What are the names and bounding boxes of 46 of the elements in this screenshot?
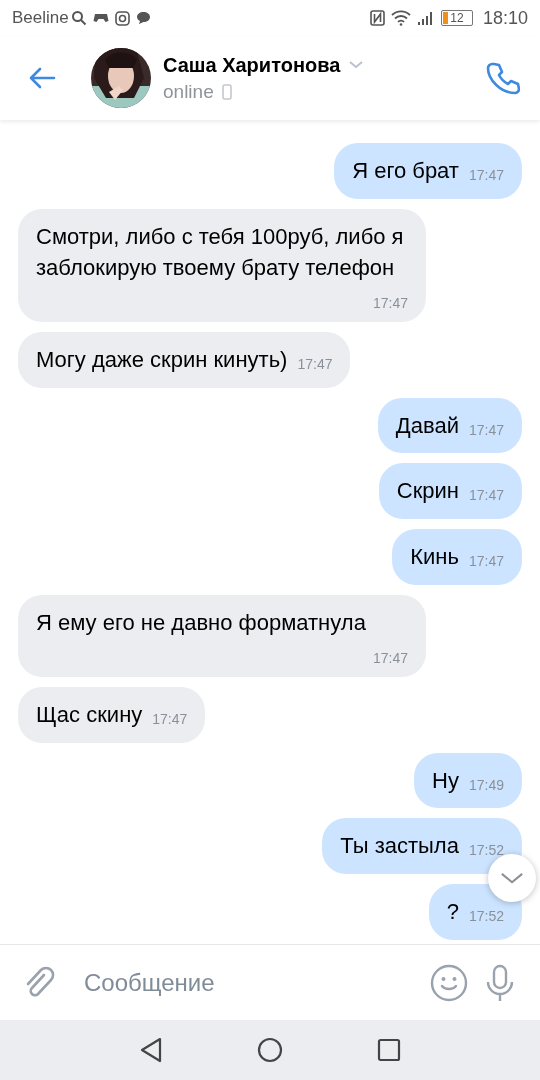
message-text: Кинь xyxy=(410,544,459,570)
smiley-icon[interactable] xyxy=(430,963,468,1002)
wifi-icon xyxy=(390,10,411,26)
message-text: Щас скину xyxy=(36,701,143,727)
message-text: Давай xyxy=(395,412,459,438)
message-text: ? xyxy=(446,899,459,925)
message-time: 17:47 xyxy=(297,356,333,371)
message-time: 17:52 xyxy=(468,843,504,858)
message-time: 17:47 xyxy=(468,554,504,569)
clock: 18:10 xyxy=(482,7,528,29)
message-text: Смотри, либо с тебя 100руб, либо я заблокирую твоему брату телефон xyxy=(36,224,404,281)
gamepad-icon xyxy=(92,11,109,25)
online-status: online xyxy=(163,80,214,103)
message-time: 17:49 xyxy=(468,777,504,792)
message-time: 17:47 xyxy=(372,650,408,665)
contact-name[interactable]: Саша Харитонова xyxy=(163,53,341,77)
message-time: 17:47 xyxy=(372,295,408,310)
battery-icon: 12 xyxy=(440,10,473,26)
message-text: Скрин xyxy=(396,478,459,504)
message-text: Я его брат xyxy=(352,158,459,184)
scroll-down-button[interactable] xyxy=(488,854,536,902)
signal-icon xyxy=(416,10,435,26)
message-time: 17:47 xyxy=(152,711,188,726)
message-time: 17:47 xyxy=(468,168,504,183)
message-time: 17:52 xyxy=(468,909,504,924)
message-time: 17:47 xyxy=(468,422,504,437)
message-time: 17:47 xyxy=(468,488,504,503)
carrier-name: Beeline xyxy=(12,8,69,28)
chevron-down-icon[interactable] xyxy=(348,60,365,70)
back-icon[interactable] xyxy=(139,1037,163,1063)
phone-call-icon[interactable] xyxy=(486,61,520,95)
message-text: Ты застыла xyxy=(340,833,459,859)
microphone-icon[interactable] xyxy=(484,963,516,1002)
recents-icon[interactable] xyxy=(377,1038,401,1062)
message-input-field[interactable]: Сообщение xyxy=(72,968,414,997)
search-icon xyxy=(70,10,87,26)
camera-icon xyxy=(114,10,130,26)
phone-device-icon xyxy=(221,83,232,100)
message-text: Я ему его не давно форматнула xyxy=(36,610,366,635)
nfc-icon xyxy=(369,10,385,26)
back-arrow-icon[interactable] xyxy=(28,67,56,89)
chat-icon xyxy=(135,11,151,25)
chevron-down-icon xyxy=(500,871,524,885)
message-text: Могу даже скрин кинуть) xyxy=(36,346,288,372)
message-text: Ну xyxy=(432,767,459,793)
home-icon[interactable] xyxy=(257,1037,283,1063)
